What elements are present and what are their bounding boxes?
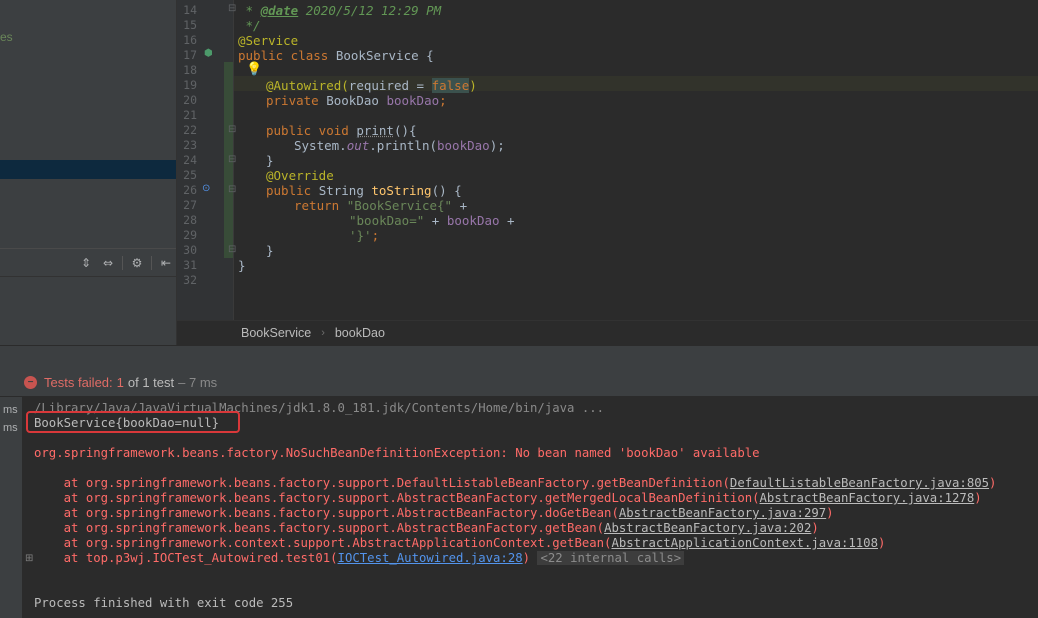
breadcrumb-field[interactable]: bookDao (335, 326, 385, 340)
source-link[interactable]: AbstractApplicationContext.java:1108 (611, 536, 878, 550)
process-exit-message: Process finished with exit code 255 (34, 596, 294, 610)
stack-frame: at org.springframework.beans.factory.sup… (34, 491, 982, 505)
test-node-duration[interactable]: ms (3, 422, 18, 434)
line-number[interactable]: 30 (177, 243, 197, 257)
override-icon[interactable]: ⊙ (202, 183, 210, 194)
code-line: @Override (266, 168, 334, 183)
toolbar-separator (151, 256, 152, 270)
internal-calls-fold[interactable]: <22 internal calls> (537, 551, 685, 565)
line-number[interactable]: 26 (177, 183, 197, 197)
source-link[interactable]: DefaultListableBeanFactory.java:805 (730, 476, 989, 490)
source-link[interactable]: AbstractBeanFactory.java:1278 (760, 491, 975, 505)
tests-failed-label: Tests failed: (44, 374, 113, 390)
code-line: * @date 2020/5/12 12:29 PM (238, 3, 442, 18)
lightbulb-icon[interactable]: 💡 (246, 62, 262, 77)
line-number[interactable]: 18 (177, 63, 197, 77)
stack-frame: at org.springframework.beans.factory.sup… (34, 506, 834, 520)
expand-all-icon[interactable]: ⇕ (78, 255, 94, 271)
line-number[interactable]: 31 (177, 258, 197, 272)
line-number[interactable]: 28 (177, 213, 197, 227)
total-tests: of 1 test (127, 374, 175, 390)
expand-icon[interactable]: ⊞ (25, 553, 33, 564)
failed-count: 1 (116, 374, 124, 390)
panel-divider (0, 248, 176, 249)
code-line: public void print(){ (266, 123, 417, 138)
line-number[interactable]: 24 (177, 153, 197, 167)
source-link[interactable]: AbstractBeanFactory.java:202 (604, 521, 811, 535)
code-line: "bookDao=" + bookDao + (349, 213, 515, 228)
code-line: */ (238, 18, 261, 33)
line-number[interactable]: 14 (177, 3, 197, 17)
toolbar-separator (122, 256, 123, 270)
line-number[interactable]: 19 (177, 78, 197, 92)
line-number[interactable]: 29 (177, 228, 197, 242)
code-editor[interactable]: * @date 2020/5/12 12:29 PM */ @Service p… (234, 0, 1038, 320)
code-line: } (266, 153, 274, 168)
project-tree-selected-row[interactable] (0, 160, 176, 179)
code-line: System.out.println(bookDao); (294, 138, 505, 153)
code-line: public class BookService { (238, 48, 434, 63)
code-line: } (266, 243, 274, 258)
line-number[interactable]: 15 (177, 18, 197, 32)
source-link[interactable]: IOCTest_Autowired.java:28 (338, 551, 523, 565)
test-tree: ms ms (0, 397, 23, 618)
line-number[interactable]: 22 (177, 123, 197, 137)
test-failed-icon: − (24, 375, 37, 389)
structure-toolbar: ⇕ ⇔ ⚙ ⇤ (78, 254, 174, 272)
stack-frame: at org.springframework.beans.factory.sup… (34, 476, 997, 490)
panel-divider (0, 276, 176, 277)
line-number[interactable]: 21 (177, 108, 197, 122)
run-panel-header (0, 345, 1038, 368)
collapse-all-icon[interactable]: ⇔ (100, 255, 116, 271)
breadcrumb-class[interactable]: BookService (241, 326, 311, 340)
code-line: private BookDao bookDao; (266, 93, 447, 108)
breadcrumb-separator: › (321, 327, 325, 339)
line-number[interactable]: 25 (177, 168, 197, 182)
stack-frame: at org.springframework.beans.factory.sup… (34, 521, 819, 535)
line-number[interactable]: 23 (177, 138, 197, 152)
line-number[interactable]: 27 (177, 198, 197, 212)
code-line: @Autowired(required = false) (266, 78, 477, 93)
hide-icon[interactable]: ⇤ (158, 255, 174, 271)
line-number[interactable]: 20 (177, 93, 197, 107)
settings-icon[interactable]: ⚙ (129, 255, 145, 271)
project-tree-item-partial[interactable]: es (0, 30, 13, 44)
code-line: @Service (238, 33, 299, 48)
line-number[interactable]: 32 (177, 273, 197, 287)
stack-frame: at org.springframework.context.support.A… (34, 536, 886, 550)
source-link[interactable]: AbstractBeanFactory.java:297 (619, 506, 826, 520)
stack-frame: at top.p3wj.IOCTest_Autowired.test01(IOC… (34, 551, 685, 566)
exception-message: org.springframework.beans.factory.NoSuch… (34, 446, 760, 460)
test-duration: – 7 ms (178, 374, 218, 390)
line-number[interactable]: 17 (177, 48, 197, 62)
test-status-bar: − Tests failed: 1 of 1 test – 7 ms (0, 368, 1038, 396)
annotation-highlight-box (26, 411, 240, 433)
test-node-duration[interactable]: ms (3, 404, 18, 416)
code-line: return "BookService{" + (294, 198, 468, 213)
line-number[interactable]: 16 (177, 33, 197, 47)
breadcrumb: BookService › bookDao (177, 320, 1038, 345)
spring-bean-icon[interactable]: ⬢ (204, 48, 213, 59)
code-line: '}'; (349, 228, 380, 243)
code-line: public String toString() { (266, 183, 462, 198)
code-line: } (238, 258, 246, 273)
